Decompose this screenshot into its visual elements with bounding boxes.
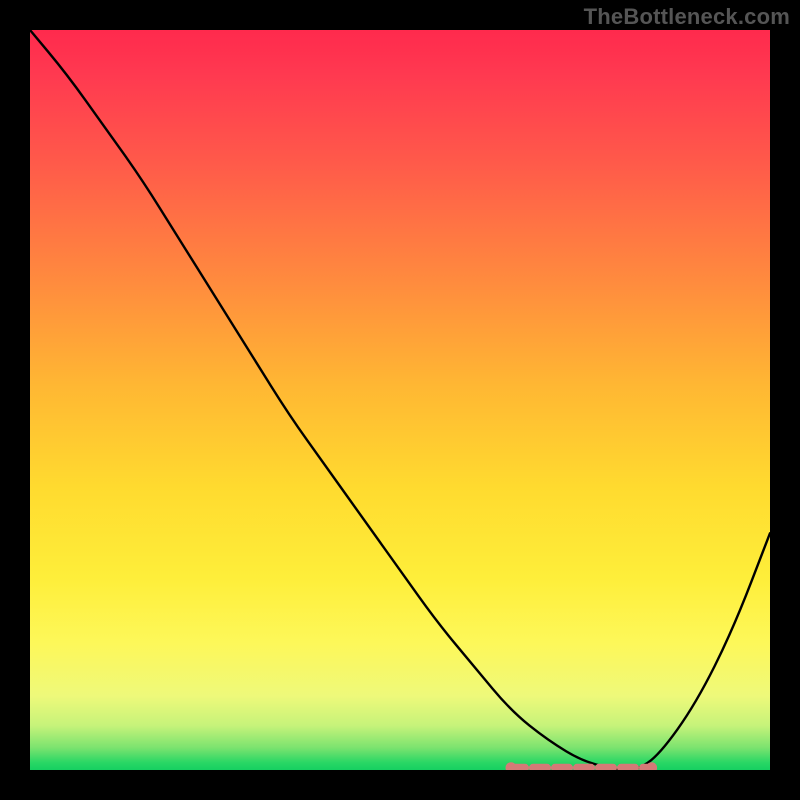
optimal-range-endpoint xyxy=(506,762,517,770)
bottleneck-curve xyxy=(30,30,770,770)
plot-area xyxy=(30,30,770,770)
watermark-text: TheBottleneck.com xyxy=(584,4,790,30)
chart-stage: TheBottleneck.com xyxy=(0,0,800,800)
curve-layer xyxy=(30,30,770,770)
